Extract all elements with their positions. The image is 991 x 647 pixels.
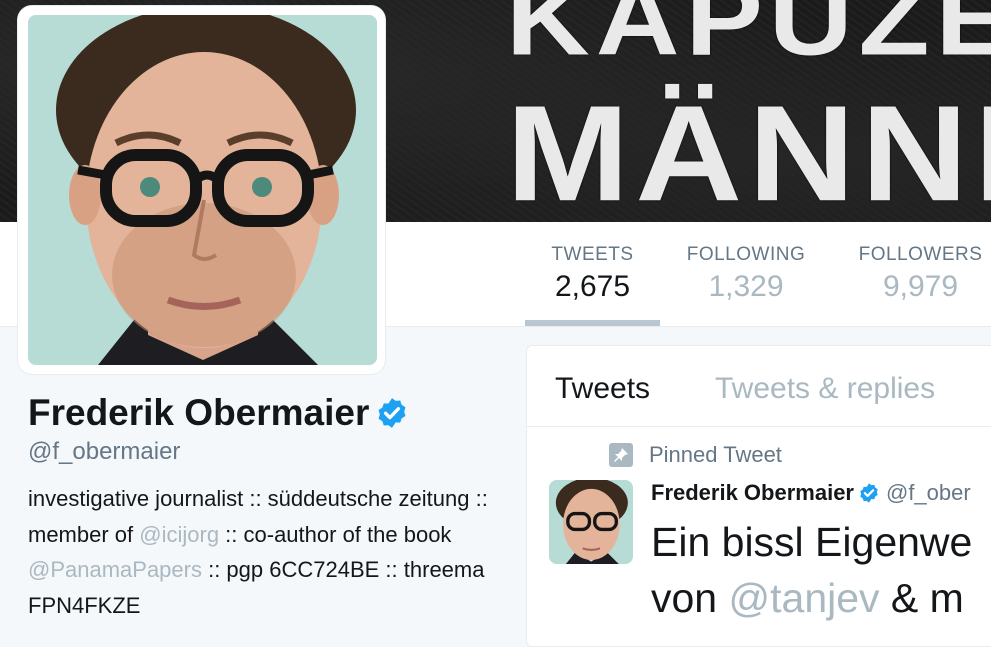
banner-text-line2: MÄNNER bbox=[506, 77, 991, 222]
tweet-text-suffix: & m bbox=[879, 575, 964, 621]
banner-text-line1: KAPUZEN bbox=[506, 0, 991, 77]
profile-name[interactable]: Frederik Obermaier bbox=[28, 392, 369, 434]
stat-tweets-label: TWEETS bbox=[551, 244, 634, 265]
stat-followers[interactable]: FOLLOWERS 9,979 bbox=[848, 244, 991, 304]
tweet-avatar-image bbox=[549, 480, 633, 564]
verified-badge-icon bbox=[378, 398, 406, 428]
active-tab-indicator bbox=[525, 320, 660, 326]
stat-tweets-count: 2,675 bbox=[554, 270, 631, 303]
tweet-text: Ein bissl Eigenwe von @tanjev & m bbox=[651, 514, 991, 626]
timeline-tabs: Tweets Tweets & replies bbox=[527, 346, 991, 427]
tweet-verified-badge-icon bbox=[860, 483, 878, 503]
pin-icon bbox=[609, 443, 633, 467]
tab-tweets[interactable]: Tweets bbox=[555, 372, 650, 406]
tweet-header: Frederik Obermaier @f_ober bbox=[651, 480, 971, 506]
stat-tweets[interactable]: TWEETS 2,675 bbox=[525, 244, 660, 304]
bio-mention-icijorg[interactable]: @icijorg bbox=[139, 522, 219, 547]
tweet-author-name[interactable]: Frederik Obermaier bbox=[651, 480, 854, 506]
avatar-portrait-image bbox=[28, 15, 377, 365]
bio-text: :: co-author of the book bbox=[219, 521, 452, 547]
timeline-panel: Tweets Tweets & replies Pinned Tweet Fre… bbox=[526, 345, 991, 647]
pinned-tweet-label: Pinned Tweet bbox=[649, 442, 782, 467]
profile-handle[interactable]: @f_obermaier bbox=[28, 438, 180, 466]
stat-following[interactable]: FOLLOWING 1,329 bbox=[676, 244, 816, 304]
tweet-text-line1: Ein bissl Eigenwe bbox=[651, 519, 973, 565]
tweet-author-handle[interactable]: @f_ober bbox=[886, 480, 971, 506]
profile-bio: investigative journalist :: süddeutsche … bbox=[28, 481, 498, 623]
tweet-mention-tanjev[interactable]: @tanjev bbox=[729, 575, 880, 621]
profile-avatar[interactable] bbox=[28, 15, 377, 365]
stat-following-count: 1,329 bbox=[708, 270, 784, 303]
stat-followers-label: FOLLOWERS bbox=[858, 244, 983, 265]
pinned-tweet-context: Pinned Tweet bbox=[609, 442, 782, 468]
bio-mention-panamapapers[interactable]: @PanamaPapers bbox=[28, 557, 202, 582]
profile-name-row: Frederik Obermaier bbox=[28, 392, 409, 434]
tab-tweets-and-replies[interactable]: Tweets & replies bbox=[715, 372, 935, 406]
tweet-text-prefix: von bbox=[651, 575, 729, 621]
stat-followers-count: 9,979 bbox=[882, 270, 959, 303]
stat-following-label: FOLLOWING bbox=[686, 244, 806, 265]
tweet-text-line2: von @tanjev & m bbox=[651, 570, 991, 626]
tweet-author-avatar[interactable] bbox=[549, 480, 633, 564]
